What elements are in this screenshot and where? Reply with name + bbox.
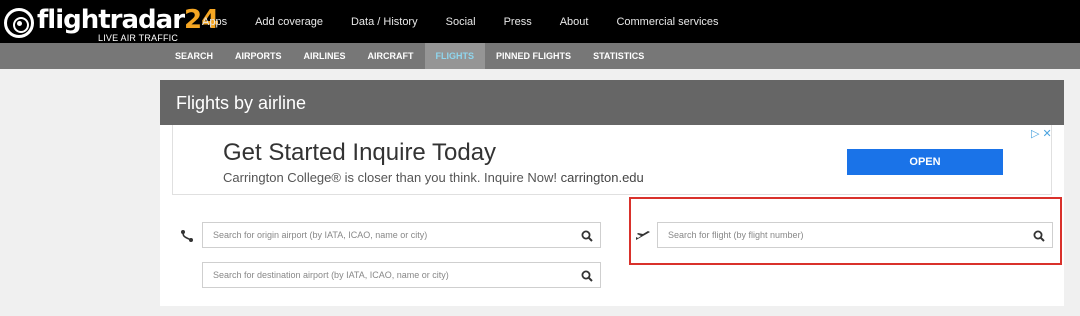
tab-aircraft[interactable]: AIRCRAFT — [357, 43, 425, 69]
flight-search-highlight — [629, 197, 1062, 265]
tab-flights[interactable]: FLIGHTS — [424, 43, 486, 69]
flights-by-airline-card: Flights by airline Get Started Inquire T… — [160, 80, 1064, 306]
nav-data-history[interactable]: Data / History — [351, 16, 418, 28]
ad-body-text: Carrington College® is closer than you t… — [223, 170, 558, 185]
nav-press[interactable]: Press — [504, 16, 532, 28]
logo-name: flightradar — [37, 5, 185, 35]
sub-nav: SEARCH AIRPORTS AIRLINES AIRCRAFT FLIGHT… — [164, 43, 655, 69]
page-title: Flights by airline — [176, 93, 307, 113]
ad-body: Carrington College® is closer than you t… — [223, 170, 644, 185]
destination-airport-field[interactable] — [202, 262, 601, 288]
nav-about[interactable]: About — [560, 16, 589, 28]
logo-wordmark: flightradar24 — [37, 5, 219, 35]
ad-domain: carrington.edu — [560, 170, 644, 185]
nav-apps[interactable]: Apps — [202, 16, 227, 28]
magnifier-icon[interactable] — [581, 230, 593, 242]
ad-headline[interactable]: Get Started Inquire Today — [223, 139, 496, 167]
ad-open-button[interactable]: OPEN — [847, 149, 1003, 175]
origin-airport-field[interactable] — [202, 222, 601, 248]
logo-tagline: LIVE AIR TRAFFIC — [98, 33, 179, 43]
radar-icon — [4, 8, 34, 38]
destination-airport-input[interactable] — [203, 263, 600, 287]
tab-airlines[interactable]: AIRLINES — [293, 43, 357, 69]
ad-banner[interactable]: Get Started Inquire Today Carrington Col… — [172, 125, 1052, 195]
tab-pinned-flights[interactable]: PINNED FLIGHTS — [485, 43, 582, 69]
magnifier-icon[interactable] — [581, 270, 593, 282]
main-nav: Apps Add coverage Data / History Social … — [202, 0, 747, 43]
nav-add-coverage[interactable]: Add coverage — [255, 16, 323, 28]
ad-choices-icon[interactable]: ▷ ✕ — [1031, 127, 1052, 140]
tab-search[interactable]: SEARCH — [164, 43, 224, 69]
tab-airports[interactable]: AIRPORTS — [224, 43, 293, 69]
card-header: Flights by airline — [160, 80, 1064, 125]
top-navbar: flightradar24 LIVE AIR TRAFFIC Apps Add … — [0, 0, 1080, 43]
sub-navbar: SEARCH AIRPORTS AIRLINES AIRCRAFT FLIGHT… — [0, 43, 1080, 69]
origin-airport-input[interactable] — [203, 223, 600, 247]
tab-statistics[interactable]: STATISTICS — [582, 43, 655, 69]
route-icon — [181, 230, 193, 242]
nav-social[interactable]: Social — [446, 16, 476, 28]
nav-commercial-services[interactable]: Commercial services — [616, 16, 718, 28]
flightradar24-logo[interactable]: flightradar24 LIVE AIR TRAFFIC — [2, 2, 219, 45]
